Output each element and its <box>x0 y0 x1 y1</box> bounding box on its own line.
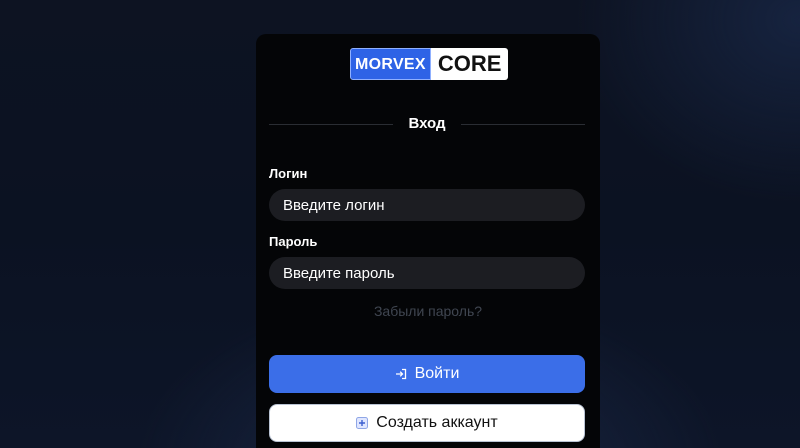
password-input[interactable] <box>269 257 585 289</box>
heading-divider: Вход <box>269 114 585 134</box>
logo-left-text: MORVEX <box>350 48 431 80</box>
login-button-label: Войти <box>414 365 460 382</box>
password-label: Пароль <box>269 234 318 249</box>
login-label: Логин <box>269 166 308 181</box>
plus-square-icon <box>356 417 369 429</box>
forgot-password-link[interactable]: Забыли пароль? <box>256 303 600 319</box>
login-input[interactable] <box>269 189 585 221</box>
brand-logo: MORVEX CORE <box>350 48 509 80</box>
login-arrow-icon <box>395 368 407 380</box>
logo-right-text: CORE <box>430 48 509 80</box>
login-button[interactable]: Войти <box>269 355 585 393</box>
create-account-button[interactable]: Создать аккаунт <box>269 404 585 442</box>
divider-line-right <box>461 124 585 125</box>
create-account-label: Создать аккаунт <box>376 414 498 431</box>
login-card: MORVEX CORE Вход Логин Пароль Забыли пар… <box>256 34 600 448</box>
